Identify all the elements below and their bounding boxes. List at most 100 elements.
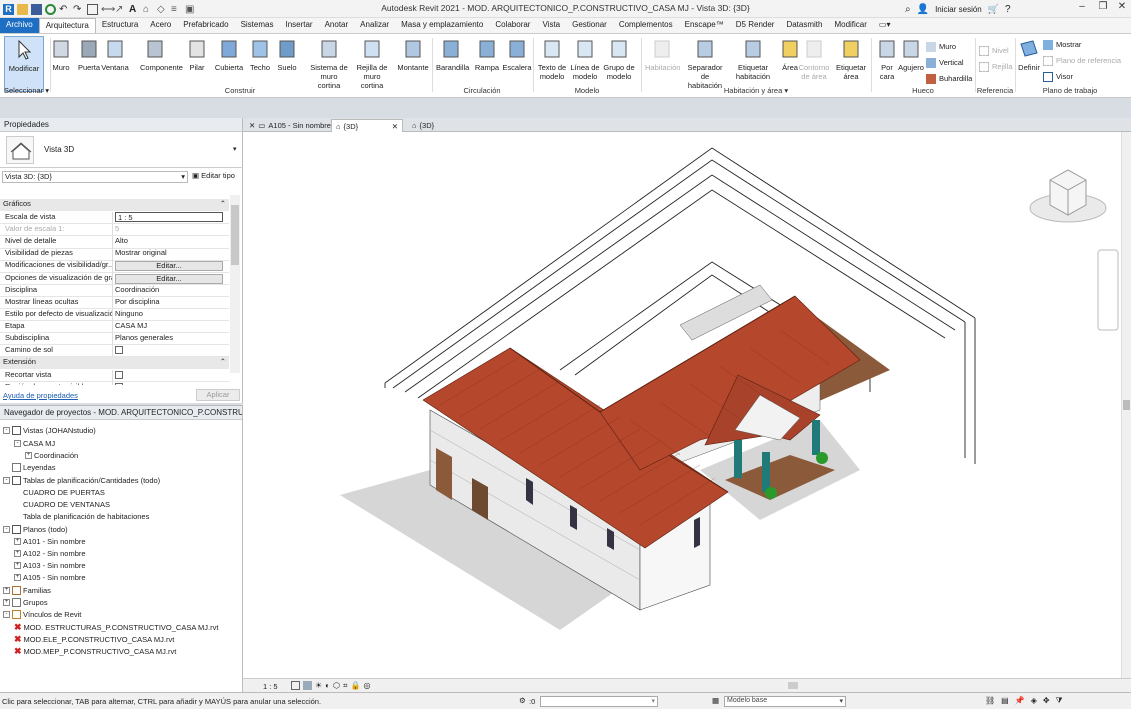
property-row[interactable]: Disciplina Coordinación (0, 284, 229, 297)
browser-node[interactable]: + A102 - Sin nombre (14, 549, 86, 558)
ribbon-tab-insertar[interactable]: Insertar (279, 18, 318, 33)
sun-path-checkbox[interactable] (115, 346, 123, 355)
area-boundary-button[interactable]: Contorno de área (797, 36, 831, 92)
property-row[interactable]: Estilo por defecto de visualizació... Nin… (0, 308, 229, 322)
browser-node[interactable]: + A103 - Sin nombre (14, 561, 86, 570)
view-scale[interactable]: 1 : 5 (263, 682, 278, 691)
ribbon-tab-sistemas[interactable]: Sistemas (235, 18, 280, 33)
room-separator-button[interactable]: Separador de habitación (683, 36, 727, 92)
model-line-button[interactable]: Línea de modelo (568, 36, 602, 92)
group-graphics[interactable]: Gráficos ⌃ (0, 199, 229, 211)
property-row[interactable]: Etapa CASA MJ (0, 320, 229, 334)
select-menu[interactable]: Seleccionar ▾ (4, 86, 49, 95)
browser-node[interactable]: - Vínculos de Revit (3, 610, 81, 619)
property-row[interactable]: Mostrar líneas ocultas Por disciplina (0, 296, 229, 310)
browser-node[interactable]: - Tablas de planificación/Cantidades (tod… (3, 476, 160, 485)
ceiling-button[interactable]: Techo (245, 36, 275, 92)
property-row[interactable]: Valor de escala 1: 5 (0, 224, 229, 237)
property-row[interactable]: Escala de vista 1 : 5 (0, 212, 229, 225)
crop-icon[interactable]: ⌗ (343, 681, 348, 691)
checkbox[interactable] (115, 383, 123, 385)
close-icon[interactable]: ✕ (249, 121, 255, 130)
user-icon[interactable]: 👤 (917, 4, 929, 15)
expand-icon[interactable]: + (3, 599, 10, 606)
ribbon-tab-anotar[interactable]: Anotar (319, 18, 355, 33)
browser-node[interactable]: + Coordinación (25, 451, 78, 460)
wall-opening-button[interactable]: Muro (926, 40, 972, 53)
browser-node[interactable]: ✖ MOD. ESTRUCTURAS_P.CONSTRUCTIVO_CASA MJ… (14, 622, 218, 633)
drag-icon[interactable]: ✥ (1043, 696, 1050, 706)
expand-icon[interactable]: + (25, 452, 32, 459)
property-row[interactable]: Opciones de visualización de grá... Edita… (0, 272, 229, 285)
property-row[interactable]: Nivel de detalle Alto (0, 236, 229, 249)
model-text-button[interactable]: Texto de modelo (535, 36, 569, 92)
workset-combo[interactable]: ▾ (540, 696, 658, 707)
collapse-icon[interactable]: - (3, 477, 10, 484)
navigation-bar[interactable] (1097, 249, 1119, 331)
level-button[interactable]: Nivel (979, 44, 1012, 57)
browser-node[interactable]: - Planos (todo) (3, 525, 68, 534)
expand-icon[interactable]: + (14, 562, 21, 569)
room-button[interactable]: Habitación (645, 36, 680, 92)
property-row[interactable]: Modificaciones de visibilidad/gr... Edita… (0, 260, 229, 273)
edit-button[interactable]: Editar... (115, 273, 223, 284)
browser-node[interactable]: ✖ MOD.ELE_P.CONSTRUCTIVO_CASA MJ.rvt (14, 634, 174, 645)
worksets-icon[interactable]: ⚙ (519, 696, 526, 705)
tab-a105[interactable]: ✕ ▭ A105 - Sin nombre (245, 119, 335, 132)
instance-filter[interactable]: Vista 3D: {3D} ▾ (2, 171, 188, 183)
collapse-icon[interactable]: - (14, 440, 21, 447)
restore-icon[interactable]: ❐ (1093, 1, 1113, 16)
hide-icon[interactable]: ◎ (363, 681, 370, 691)
close-icon[interactable]: ✕ (1112, 1, 1131, 16)
ramp-button[interactable]: Rampa (472, 36, 502, 92)
curtain-system-button[interactable]: Sistema de muro cortina (309, 36, 349, 92)
edit-type-button[interactable]: ▣ Editar tipo (192, 171, 235, 180)
ribbon-tab-estructura[interactable]: Estructura (96, 18, 144, 33)
roof-button[interactable]: Cubierta (214, 36, 244, 92)
checkbox[interactable] (115, 371, 123, 379)
help-icon[interactable]: ? (1005, 4, 1011, 15)
ribbon-tab-arquitectura[interactable]: Arquitectura (38, 18, 96, 33)
wall-button[interactable]: Muro (46, 36, 76, 92)
view-cube[interactable] (1029, 169, 1107, 223)
select-face-icon[interactable]: ◈ (1031, 696, 1037, 706)
apply-button[interactable]: Aplicar (196, 389, 240, 401)
lock-icon[interactable]: 🔒 (351, 681, 361, 691)
ribbon-tab-complementos[interactable]: Complementos (613, 18, 679, 33)
ribbon-tab-vista[interactable]: Vista (536, 18, 566, 33)
ribbon-tab-acero[interactable]: Acero (144, 18, 177, 33)
select-underlay-icon[interactable]: ▤ (1001, 696, 1009, 706)
window-button[interactable]: Ventana (100, 36, 130, 92)
browser-node[interactable]: - CASA MJ (14, 439, 55, 448)
modify-button[interactable]: Modificar (4, 36, 44, 92)
ribbon-tab-modificar[interactable]: Modificar (828, 18, 872, 33)
design-option-combo[interactable]: Modelo base ▾ (724, 696, 846, 707)
ribbon-tab-datasmith[interactable]: Datasmith (780, 18, 828, 33)
vertical-opening-button[interactable]: Vertical (926, 56, 972, 69)
3d-view-canvas[interactable] (243, 132, 1121, 678)
ribbon-tab-d5-render[interactable]: D5 Render (730, 18, 781, 33)
browser-node[interactable]: + Grupos (3, 598, 48, 607)
properties-help-link[interactable]: Ayuda de propiedades (3, 391, 78, 400)
collapse-icon[interactable]: - (3, 427, 10, 434)
browser-node[interactable]: CUADRO DE VENTANAS (14, 500, 110, 509)
select-links-icon[interactable]: ⛓ (985, 696, 995, 706)
viewer-button[interactable]: Visor (1043, 70, 1121, 83)
vertical-scrollbar[interactable] (1121, 132, 1131, 678)
detail-level-icon[interactable] (291, 681, 300, 690)
shadows-icon[interactable]: ◐ (325, 681, 330, 691)
browser-node[interactable]: + A101 - Sin nombre (14, 537, 86, 546)
browser-node[interactable]: + Familias (3, 586, 51, 595)
chevron-down-icon[interactable]: ▾ (233, 145, 237, 153)
model-group-button[interactable]: Grupo de modelo (602, 36, 636, 92)
ribbon-tab-analizar[interactable]: Analizar (354, 18, 395, 33)
minimize-icon[interactable]: – (1072, 1, 1092, 16)
contextual-tab-icon[interactable]: ▭▾ (873, 18, 897, 33)
property-row[interactable]: Recortar vista (0, 370, 229, 383)
collapse-icon[interactable]: - (3, 526, 10, 533)
expand-icon[interactable]: + (3, 587, 10, 594)
filter-icon[interactable]: ⧩ (1056, 696, 1063, 706)
mullion-button[interactable]: Montante (393, 36, 433, 92)
dormer-button[interactable]: Buhardilla (926, 72, 972, 85)
shaft-button[interactable]: Agujero (898, 36, 924, 92)
